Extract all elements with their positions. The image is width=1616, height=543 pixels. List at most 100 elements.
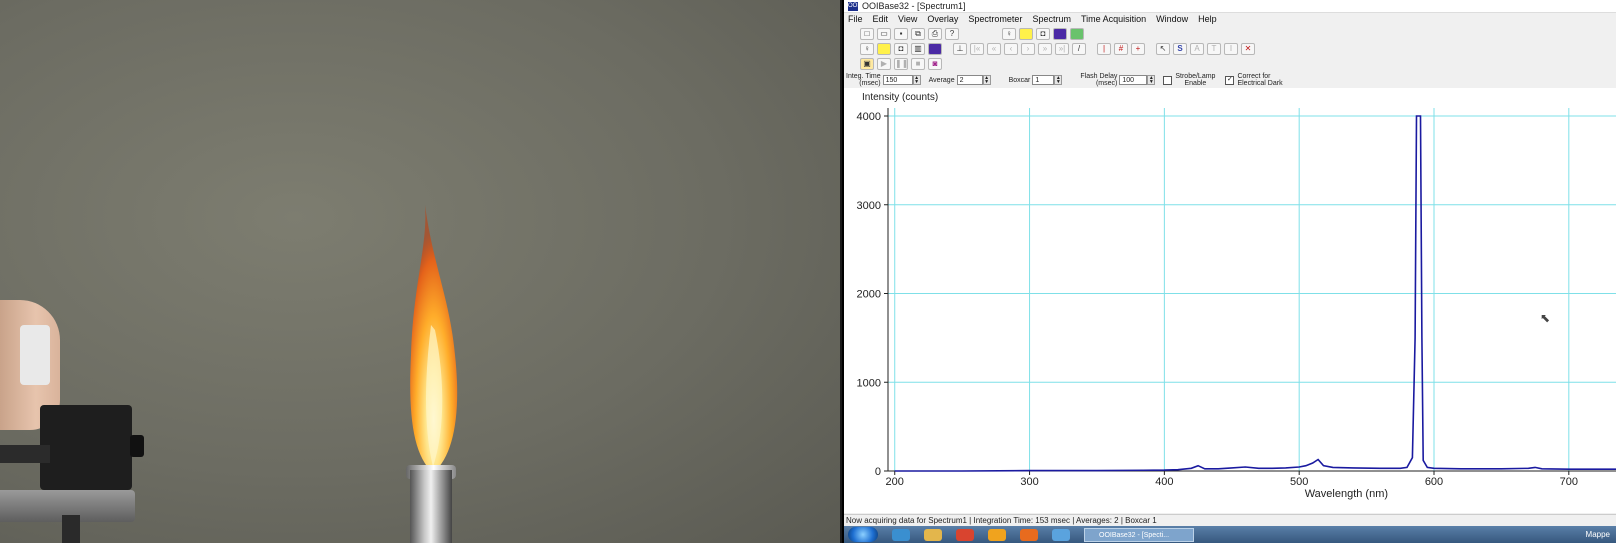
help-cursor-icon[interactable]: ? (945, 27, 959, 40)
last-icon[interactable]: »| (1055, 42, 1069, 55)
menu-overlay[interactable]: Overlay (927, 13, 958, 26)
boxcar-label: Boxcar (1008, 76, 1031, 84)
flash-delay-control: Flash Delay (msec) 100 ▲ ▼ (1080, 73, 1156, 87)
y-tick-label: 3000 (857, 200, 881, 212)
x-tick-label: 500 (1290, 476, 1308, 488)
mouse-cursor-icon: ⬉ (1540, 311, 1551, 325)
camera-icon[interactable]: ◘ (894, 42, 908, 55)
crosshair-icon[interactable]: + (1131, 42, 1145, 55)
play-icon[interactable]: ▶ (877, 57, 891, 70)
grid-icon[interactable]: # (1114, 42, 1128, 55)
i-mode-icon[interactable]: I (1224, 42, 1238, 55)
menu-spectrometer[interactable]: Spectrometer (968, 13, 1022, 26)
integ-time-unit: (msec) (859, 80, 881, 87)
first-icon[interactable]: |« (970, 42, 984, 55)
taskbar: OOIBase32 - [Specti... Mappe (844, 526, 1616, 543)
toolbar-row-1: □ ▭ ▪ ⧉ ⎙ ? ♀ ◘ (844, 26, 1616, 41)
scale-icon[interactable]: ⊥ (953, 42, 967, 55)
s-mode-icon[interactable]: S (1173, 42, 1187, 55)
fiber-probe-holder (0, 405, 144, 490)
stop-icon[interactable]: ✕ (1241, 42, 1255, 55)
taskbar-ooibase-window[interactable]: OOIBase32 - [Specti... (1084, 527, 1194, 542)
prev-fast-icon[interactable]: « (987, 42, 1001, 55)
boxcar-spinner[interactable]: ▲ ▼ (1054, 75, 1063, 85)
save-icon[interactable]: ▪ (894, 27, 908, 40)
integ-time-spinner[interactable]: ▲ ▼ (912, 75, 921, 85)
y-axis-label: Intensity (counts) (862, 92, 938, 103)
cursor-left-icon[interactable]: | (1097, 42, 1111, 55)
next-icon[interactable]: › (1021, 42, 1035, 55)
network-icon[interactable] (1052, 528, 1070, 541)
bulb-icon[interactable]: ♀ (1002, 27, 1016, 40)
strobe-label-2: Enable (1184, 80, 1207, 87)
panel-divider (840, 0, 842, 543)
chart-icon[interactable]: ▥ (911, 42, 925, 55)
bulb-yellow-icon[interactable] (1019, 27, 1033, 40)
menu-edit[interactable]: Edit (873, 13, 889, 26)
a-mode-icon[interactable]: A (1190, 42, 1204, 55)
boxcar-input[interactable]: 1 (1032, 75, 1055, 85)
y-tick-label: 2000 (857, 289, 881, 301)
tray-label: Mappe (1585, 530, 1610, 539)
media-icon[interactable] (956, 528, 974, 541)
dark-label-2: Electrical Dark (1237, 80, 1283, 87)
fiber-probe-knob (130, 435, 144, 457)
menu-spectrum[interactable]: Spectrum (1032, 13, 1071, 26)
flash-delay-spinner[interactable]: ▲ ▼ (1147, 75, 1156, 85)
bulb-yellow-icon[interactable] (877, 42, 891, 55)
snapshot-icon[interactable]: ◙ (928, 57, 942, 70)
pause-icon[interactable]: ❚❚ (894, 57, 908, 70)
spray-bottle (20, 325, 50, 385)
x-tick-label: 700 (1560, 476, 1578, 488)
pen-icon[interactable]: / (1072, 42, 1086, 55)
average-control: Average 2 ▲ ▼ (929, 75, 991, 85)
video-frame (0, 0, 842, 543)
menu-help[interactable]: Help (1198, 13, 1217, 26)
integ-time-control: Integ. Time (msec) 150 ▲ ▼ (846, 73, 921, 87)
pointer-icon[interactable]: ↖ (1156, 42, 1170, 55)
spectrum-chart: 0 1000 2000 3000 4000 200 300 400 500 600 700 Inten… (857, 92, 1616, 500)
y-tick-label: 0 (875, 466, 881, 478)
integ-time-input[interactable]: 150 (882, 75, 913, 85)
spectrum-graph[interactable]: 0 1000 2000 3000 4000 200 300 400 500 600 700 Inten… (844, 88, 1616, 513)
flash-delay-label: Flash Delay (1080, 73, 1118, 80)
average-input[interactable]: 2 (956, 75, 983, 85)
prev-icon[interactable]: ‹ (1004, 42, 1018, 55)
toolbar-row-2: ♀ ◘ ▥ ⊥ |« « ‹ › » »| / | # + ↖ S A T I … (844, 41, 1616, 56)
new-icon[interactable]: □ (860, 27, 874, 40)
bulb-icon[interactable]: ♀ (860, 42, 874, 55)
menu-time-acquisition[interactable]: Time Acquisition (1081, 13, 1146, 26)
menu-window[interactable]: Window (1156, 13, 1188, 26)
average-spinner[interactable]: ▲ ▼ (982, 75, 991, 85)
folder-icon[interactable] (924, 528, 942, 541)
purple-square-icon[interactable] (1053, 27, 1067, 40)
title-bar: OOI OOIBase32 - [Spectrum1] (844, 0, 1616, 13)
copy-icon[interactable]: ⧉ (911, 27, 925, 40)
ie-icon[interactable] (892, 528, 910, 541)
strobe-checkbox[interactable] (1163, 75, 1173, 85)
print-icon[interactable]: ⎙ (928, 27, 942, 40)
t-mode-icon[interactable]: T (1207, 42, 1221, 55)
strobe-control: Strobe/Lamp Enable (1163, 73, 1217, 87)
next-fast-icon[interactable]: » (1038, 42, 1052, 55)
x-axis-label: Wavelength (nm) (1305, 488, 1388, 500)
firefox-icon[interactable] (1020, 528, 1038, 541)
menu-bar: File Edit View Overlay Spectrometer Spec… (844, 13, 1616, 26)
start-button-icon[interactable] (848, 527, 878, 542)
average-label: Average (928, 76, 955, 84)
dark-correction-checkbox[interactable]: ✓ (1225, 75, 1235, 85)
menu-view[interactable]: View (898, 13, 917, 26)
camera-icon[interactable]: ◘ (1036, 27, 1050, 40)
acquire-icon[interactable]: ▣ (860, 57, 874, 70)
bunsen-burner (410, 470, 452, 543)
player-icon[interactable] (988, 528, 1006, 541)
x-tick-label: 400 (1155, 476, 1173, 488)
open-icon[interactable]: ▭ (877, 27, 891, 40)
green-eye-icon[interactable] (1070, 27, 1084, 40)
menu-file[interactable]: File (848, 13, 863, 26)
toolbar-row-3: ▣ ▶ ❚❚ ■ ◙ (844, 56, 1616, 71)
x-tick-label: 300 (1020, 476, 1038, 488)
stop-square-icon[interactable]: ■ (911, 57, 925, 70)
flash-delay-input[interactable]: 100 (1119, 75, 1148, 85)
purple-square-icon[interactable] (928, 42, 942, 55)
